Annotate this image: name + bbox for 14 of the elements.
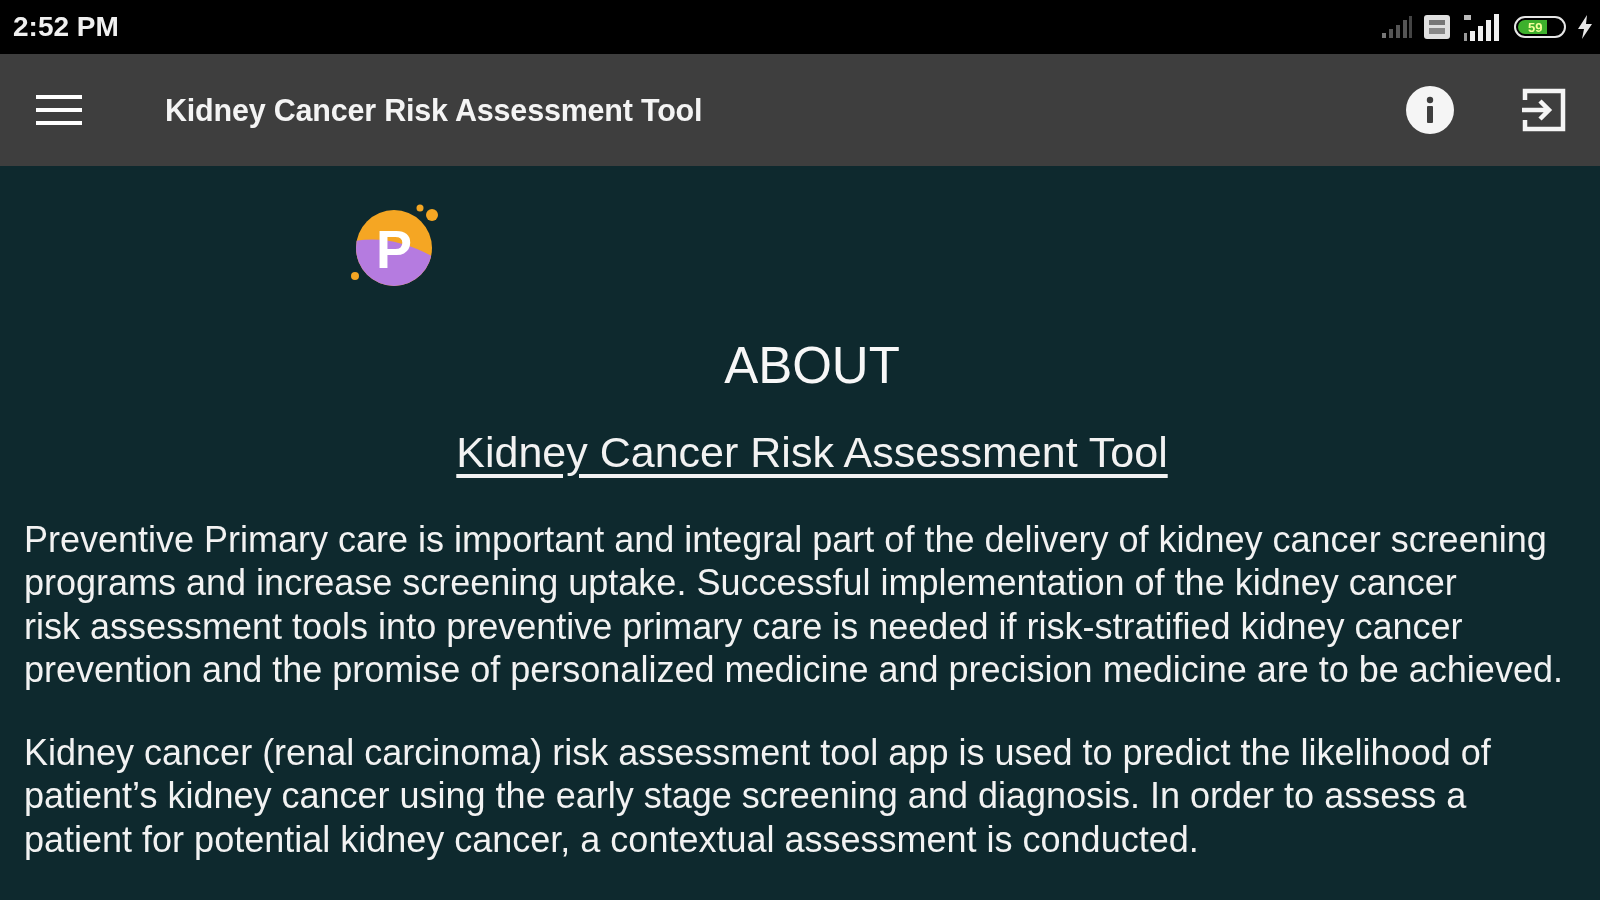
charging-bolt-icon xyxy=(1578,15,1592,39)
battery-indicator: 59 xyxy=(1514,16,1566,38)
toolbar-title: Kidney Cancer Risk Assessment Tool xyxy=(165,92,704,128)
info-icon xyxy=(1406,86,1454,134)
signal-bars-icon xyxy=(1382,16,1412,38)
about-heading: ABOUT xyxy=(724,338,900,395)
tool-title-link[interactable]: Kidney Cancer Risk Assessment Tool xyxy=(456,428,1168,478)
signal-bars-icon xyxy=(1462,13,1502,41)
sim-card-icon xyxy=(1424,15,1450,39)
about-paragraph: Kidney cancer (renal carcinoma) risk assessment tool app is used to predict the likelihood of patient’s kidney cancer using the early stage screening and diagnosis. In order to assess a patient for potential kidney cancer, a contextual assessment is conducted. xyxy=(24,730,1492,862)
menu-icon xyxy=(36,94,82,126)
about-paragraph: Preventive Primary care is important and integral part of the delivery of kidney cancer screening programs and increase screening uptake. Successful implementation of the kidney cancer risk assessment tools into preventive primary care is needed if risk-stratified kidney cancer prevention and the promise of personalized medicine and precision medicine are to be achieved. xyxy=(24,517,1564,692)
status-time: 2:52 PM xyxy=(13,11,119,43)
sign-in-icon xyxy=(1522,88,1566,132)
